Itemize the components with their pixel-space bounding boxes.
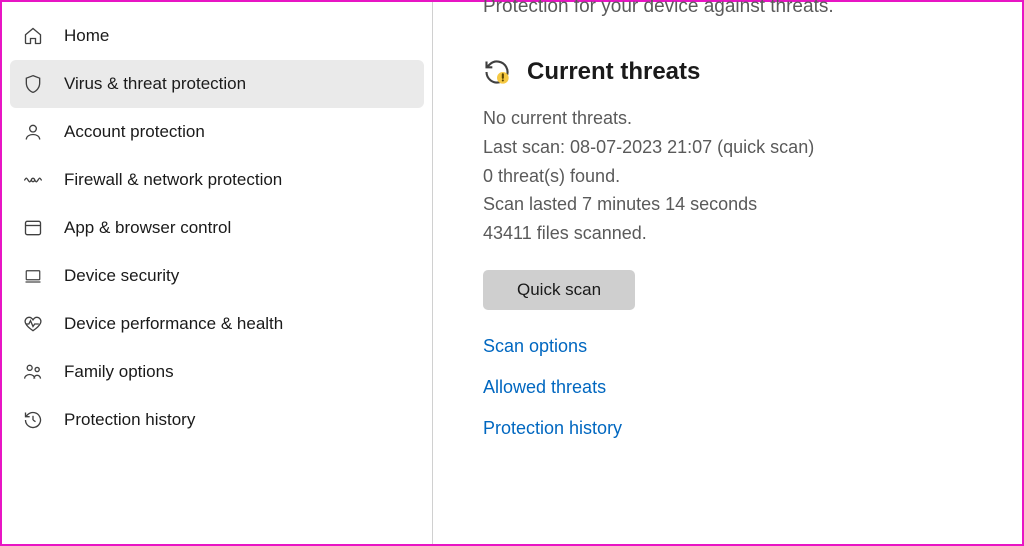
account-icon [22,121,44,143]
no-threats-text: No current threats. [483,104,1022,133]
heart-pulse-icon [22,313,44,335]
device-security-icon [22,265,44,287]
current-threats-header: Current threats [483,58,1022,86]
sidebar: Home Virus & threat protection Account p… [2,2,432,544]
scan-duration-text: Scan lasted 7 minutes 14 seconds [483,190,1022,219]
sidebar-item-label: Account protection [64,122,205,142]
sidebar-item-virus-threat[interactable]: Virus & threat protection [10,60,424,108]
sidebar-item-label: Protection history [64,410,195,430]
sidebar-item-device-security[interactable]: Device security [10,252,424,300]
last-scan-text: Last scan: 08-07-2023 21:07 (quick scan) [483,133,1022,162]
shield-icon [22,73,44,95]
page-subtitle: Protection for your device against threa… [483,0,1022,58]
sidebar-item-label: Device performance & health [64,314,283,334]
links-section: Scan options Allowed threats Protection … [483,336,1022,439]
scan-options-link[interactable]: Scan options [483,336,1022,357]
sidebar-item-account[interactable]: Account protection [10,108,424,156]
app-browser-icon [22,217,44,239]
home-icon [22,25,44,47]
firewall-icon [22,169,44,191]
sidebar-item-label: Home [64,26,109,46]
family-icon [22,361,44,383]
sidebar-item-label: Firewall & network protection [64,170,282,190]
quick-scan-button[interactable]: Quick scan [483,270,635,310]
allowed-threats-link[interactable]: Allowed threats [483,377,1022,398]
sidebar-item-label: App & browser control [64,218,231,238]
protection-history-link[interactable]: Protection history [483,418,1022,439]
sidebar-item-device-performance[interactable]: Device performance & health [10,300,424,348]
files-scanned-text: 43411 files scanned. [483,219,1022,248]
sidebar-item-protection-history[interactable]: Protection history [10,396,424,444]
threats-history-icon [483,58,511,86]
sidebar-item-firewall[interactable]: Firewall & network protection [10,156,424,204]
sidebar-item-label: Device security [64,266,179,286]
sidebar-item-label: Virus & threat protection [64,74,246,94]
main-content: Protection for your device against threa… [433,2,1022,544]
sidebar-item-home[interactable]: Home [10,12,424,60]
sidebar-item-family[interactable]: Family options [10,348,424,396]
section-title: Current threats [527,58,700,86]
threats-found-text: 0 threat(s) found. [483,162,1022,191]
history-icon [22,409,44,431]
sidebar-item-app-browser[interactable]: App & browser control [10,204,424,252]
threat-status: No current threats. Last scan: 08-07-202… [483,104,1022,248]
sidebar-item-label: Family options [64,362,174,382]
